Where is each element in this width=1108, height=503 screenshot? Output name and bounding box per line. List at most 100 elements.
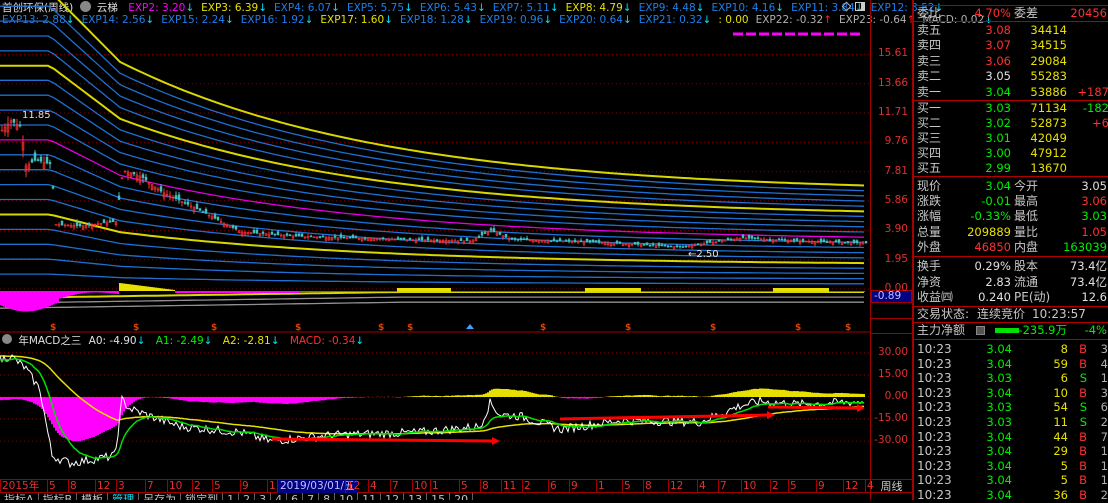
bottom-tab[interactable]: 3 [255,493,272,500]
signal-marker-icon: $ [845,323,851,333]
tick-count: 1 [1100,473,1108,488]
macd-legend: 年MACD之三 A0: -4.90↓ A1: -2.49↓ A2: -2.81↓… [2,334,371,347]
ask-row: 卖四 3.07 34515 [914,38,1108,53]
chart-area[interactable]: $ $ $ $ $ $ $ $ $ $ $ [0,0,870,479]
candle-body [588,240,592,243]
candle-body [777,238,781,241]
ask-label: 卖四 [917,38,942,53]
bottom-tab[interactable]: 管理 [108,493,140,500]
candle-body [183,202,187,204]
tick-time: 10:23 [917,429,952,444]
candle-body [294,234,298,237]
candle-body [669,245,673,248]
trend-arrow-head-icon [767,411,775,419]
bottom-tab[interactable]: 11 [358,493,382,500]
candle-body [792,238,796,241]
candle-body [285,233,289,236]
candle-body [585,238,589,243]
main-fund-label: 主力净额 [917,323,966,337]
candle-body [399,237,403,240]
tick-row: 10:23 3.04 29 B 1 [914,444,1108,459]
candle-body [459,238,463,241]
date-axis-label: 7 [390,480,399,493]
bottom-tab[interactable]: 模板 [77,493,109,500]
bottom-tab[interactable]: 13 [404,493,428,500]
tick-count: 1 [1100,458,1108,473]
ask-row: 卖一 3.04 53886 +187 [914,85,1108,100]
exp-line [0,109,865,228]
bid-volume: 52873 [1030,116,1067,130]
candle-body [549,240,553,242]
tick-time: 10:23 [917,385,952,400]
price-axis-tick: 1.95 [884,252,908,265]
low-price-value: 2.50 [696,249,719,260]
bottom-tab[interactable]: 1 [223,493,240,500]
bottom-tab[interactable]: 6 [287,493,304,500]
tick-row: 10:23 3.04 36 B 2 [914,488,1108,503]
candle-body [750,235,754,239]
candle-body [525,237,529,241]
candle-body [783,239,787,241]
macd-axis-tick: 30.00 [877,345,908,358]
bottom-tab[interactable]: 4 [271,493,288,500]
bottom-tab[interactable]: 20 [450,493,474,500]
tick-time: 10:23 [917,415,952,429]
candle-body [273,233,277,236]
bottom-tab[interactable]: 锁定到 [181,493,224,500]
candle-body [51,186,55,189]
ask-label: 卖五 [917,23,942,37]
bottom-tab[interactable]: 10 [335,493,359,500]
bottom-tab[interactable]: 12 [381,493,405,500]
candle-body [753,237,757,239]
tick-side: B [1079,444,1087,459]
candle-body [660,244,664,247]
bottom-tab[interactable]: 另存为 [139,493,182,500]
divider [914,339,1108,340]
tick-row: 10:23 3.03 6 S 1 [914,371,1108,386]
tick-time: 10:23 [917,356,952,371]
candle-body [255,229,259,234]
ask-price: 3.07 [985,38,1011,53]
date-axis: 2015年 5 8 12 3 7 10 2 5 9 1 2019/03/01/五 12 4 7 10 1 5 8 11… [0,479,874,493]
period-label[interactable]: 周线 [871,479,912,493]
candle-body [300,233,304,237]
tick-side: B [1079,429,1087,444]
bottom-tab[interactable]: 15 [427,493,451,500]
exp-line [0,64,865,213]
candle-body [846,241,850,243]
candle-body [186,201,190,205]
candle-body [717,239,721,242]
bid-label: 买二 [917,116,942,130]
main-fund-bar [995,328,1019,333]
date-axis-label: 5 [459,480,468,493]
candle-body [108,220,112,223]
candle-body [351,234,355,239]
candle-body [132,171,136,175]
candle-body [768,239,772,241]
price-axis[interactable]: -0.89 周线 15.61 13.66 11.71 9.76 7.81 5.86 3.90… [870,0,913,500]
bid-volume: 47912 [1030,146,1067,160]
candle-body [177,194,181,201]
candle-body [555,240,559,243]
candle-body [564,240,568,242]
macd-dropdown-icon[interactable] [2,334,12,344]
bottom-tab[interactable]: 2 [239,493,256,500]
macd-a0-line [0,354,865,469]
bottom-tab[interactable]: 指标B [39,493,78,500]
weibi-label: 委比 [917,6,942,20]
candle-body [342,237,346,239]
tick-side: S [1079,400,1087,415]
candle-body [276,231,280,235]
trade-status-row: 交易状态: 连续竞价 10:23:57 [914,307,1108,322]
candle-body [144,176,148,181]
bottom-tab[interactable]: 8 [319,493,336,500]
tick-price: 3.03 [986,400,1012,415]
candle-body [615,240,619,244]
main-fund-detail-icon[interactable] [976,326,985,335]
bottom-tab[interactable]: 指标A [0,493,39,500]
candle-body [855,240,859,244]
candle-body [843,242,847,244]
price-axis-tick: 3.90 [884,223,908,236]
date-axis-label: 3 [116,480,125,493]
bottom-tab[interactable]: 7 [303,493,320,500]
